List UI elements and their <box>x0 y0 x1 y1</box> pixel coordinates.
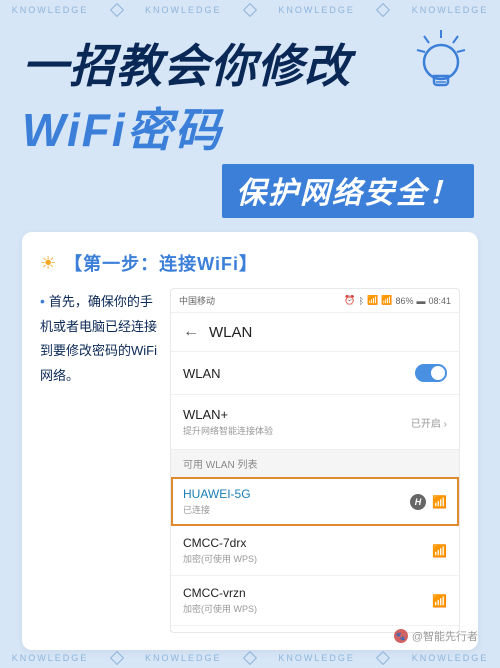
screen-title: WLAN <box>209 324 252 341</box>
wifi-sub: 已连接 <box>183 503 251 516</box>
watermark: 🐾 @智能先行者 <box>394 628 478 644</box>
wifi-row[interactable]: CMCC-vrzn 加密(可使用 WPS) 📶 <box>171 576 459 626</box>
wlan-label: WLAN <box>183 366 221 381</box>
hero-line1: 一招教会你修改 <box>22 30 478 96</box>
battery-icon: ▬ <box>416 296 425 306</box>
wifi-sub: 加密(可使用 WPS) <box>183 602 257 615</box>
wifi-signal-icon: 📶 <box>432 544 447 558</box>
paw-icon: 🐾 <box>394 629 408 643</box>
huawei-badge-icon: H <box>410 494 426 510</box>
lightbulb-icon <box>412 28 470 103</box>
knowledge-band-top: KNOWLEDGE KNOWLEDGE KNOWLEDGE KNOWLEDGE <box>0 0 500 20</box>
wifi-ssid: HUAWEI-5G <box>183 487 251 501</box>
wifi-status-icon: 📶 <box>367 295 378 306</box>
wlan-plus-row[interactable]: WLAN+ 提升网络智能连接体验 已开启 › <box>171 394 459 449</box>
wifi-row[interactable]: HUAWEI-5G 已连接 H 📶 <box>171 477 459 526</box>
wifi-signal-icon: 📶 <box>432 594 447 608</box>
bullet-icon: • <box>40 293 45 309</box>
step-description: •首先，确保你的手机或者电脑已经连接到要修改密码的WiFi网络。 <box>40 288 160 633</box>
chevron-right-icon: › <box>444 419 447 430</box>
bluetooth-icon: ᛒ <box>359 296 364 306</box>
hero: 一招教会你修改 WiFi密码 保护网络安全！ <box>0 20 500 218</box>
wlan-plus-sub: 提升网络智能连接体验 <box>183 424 273 437</box>
signal-icon: 📶 <box>381 295 392 306</box>
carrier-label: 中国移动 <box>179 294 215 307</box>
instruction-card: ☀ 【第一步：连接WiFi】 •首先，确保你的手机或者电脑已经连接到要修改密码的… <box>22 232 478 650</box>
sun-icon: ☀ <box>40 253 56 274</box>
wlan-plus-status: 已开启 › <box>411 415 447 430</box>
wifi-ssid: CMCC-vrzn <box>183 586 257 600</box>
wifi-ssid: CMCC-7drx <box>183 536 257 550</box>
wifi-row[interactable]: CMCC-7drx 加密(可使用 WPS) 📶 <box>171 526 459 576</box>
battery-label: 86% <box>395 296 413 306</box>
wlan-plus-title: WLAN+ <box>183 407 273 422</box>
available-list-header: 可用 WLAN 列表 <box>171 449 459 477</box>
wlan-toggle[interactable] <box>415 364 447 382</box>
alarm-icon: ⏰ <box>344 295 355 306</box>
wifi-sub: 加密(可使用 WPS) <box>183 552 257 565</box>
back-icon[interactable]: ← <box>183 323 199 341</box>
hero-line2: WiFi密码 <box>22 94 478 160</box>
wlan-toggle-row[interactable]: WLAN <box>171 351 459 394</box>
wifi-list: HUAWEI-5G已连接H📶CMCC-7drx加密(可使用 WPS)📶CMCC-… <box>171 477 459 626</box>
hero-line3: 保护网络安全！ <box>222 164 474 218</box>
step-title: 【第一步：连接WiFi】 <box>64 250 258 276</box>
status-bar: 中国移动 ⏰ ᛒ 📶 📶 86% ▬ 08:41 <box>171 289 459 312</box>
time-label: 08:41 <box>428 296 451 306</box>
wifi-signal-icon: 📶 <box>432 495 447 509</box>
knowledge-band-bottom: KNOWLEDGE KNOWLEDGE KNOWLEDGE KNOWLEDGE <box>0 648 500 668</box>
phone-screenshot: 中国移动 ⏰ ᛒ 📶 📶 86% ▬ 08:41 ← WLAN WLAN <box>170 288 460 633</box>
